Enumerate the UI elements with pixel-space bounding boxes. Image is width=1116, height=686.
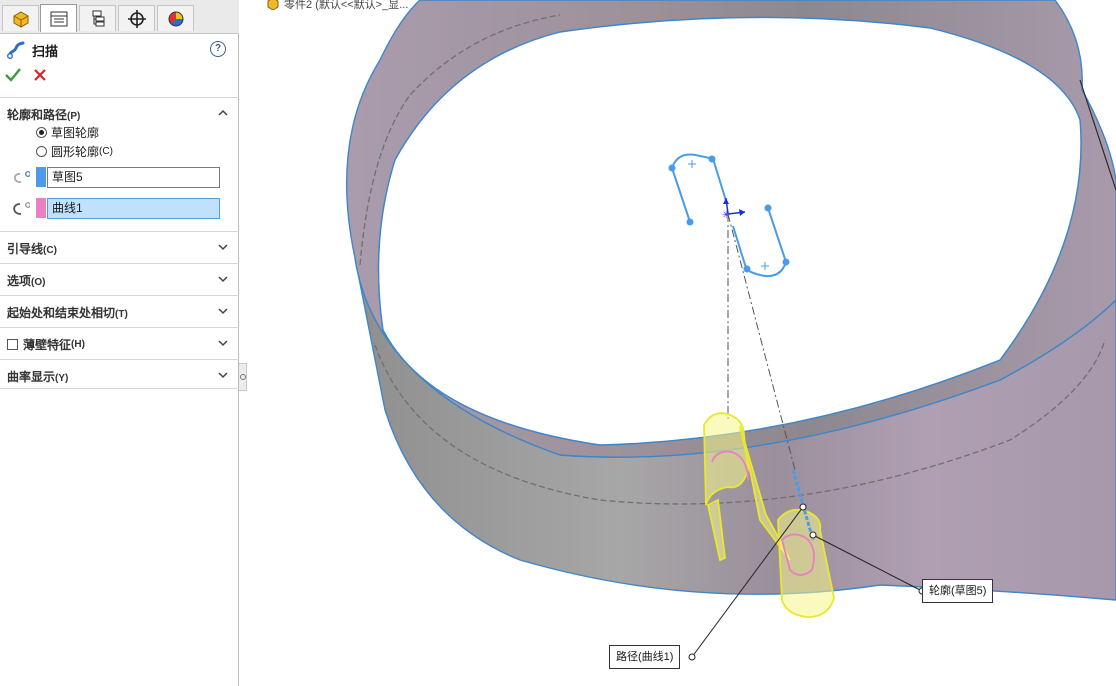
display-manager-icon — [168, 11, 183, 26]
chevron-down-icon[interactable] — [218, 274, 228, 284]
property-manager-icon — [50, 11, 67, 26]
path-color-swatch — [36, 198, 46, 218]
section-options-label: 选项 — [7, 274, 32, 288]
section-curvature-display-label: 曲率显示 — [7, 370, 56, 384]
path-selection-box[interactable]: 曲线1 — [47, 198, 220, 219]
configuration-manager-tab[interactable] — [79, 5, 116, 31]
section-guide-curves-shortcut: (C) — [43, 245, 57, 256]
cancel-x-icon[interactable] — [31, 66, 49, 84]
section-thin-feature-shortcut: (H) — [71, 339, 85, 350]
ok-checkmark-icon[interactable] — [4, 66, 22, 84]
section-tangency[interactable]: 起始处和结束处相切(T) — [0, 295, 239, 325]
thin-feature-checkbox[interactable] — [7, 339, 18, 350]
property-manager-tab[interactable] — [40, 4, 77, 32]
profile-selector-icon — [13, 171, 30, 183]
section-options[interactable]: 选项(O) — [0, 263, 239, 293]
dimxpert-icon — [127, 9, 146, 28]
section-thin-feature-label: 薄壁特征 — [23, 338, 72, 352]
help-icon[interactable]: ? — [210, 41, 226, 57]
section-tangency-label: 起始处和结束处相切 — [7, 306, 116, 320]
profile-color-swatch — [36, 167, 46, 187]
manager-tabs — [0, 0, 239, 34]
feature-title: 扫描 — [32, 43, 59, 59]
path-selector-icon — [13, 202, 30, 215]
feature-manager-tab[interactable] — [2, 5, 39, 31]
path-callout[interactable]: 路径(曲线1) — [609, 645, 681, 669]
option-circular-profile-label: 圆形轮廓 — [51, 144, 100, 159]
chevron-down-icon[interactable] — [218, 242, 228, 252]
chevron-down-icon[interactable] — [218, 370, 228, 380]
section-options-shortcut: (O) — [31, 277, 46, 288]
section-curvature-display-shortcut: (Y) — [55, 373, 69, 384]
section-guide-curves[interactable]: 引导线(C) — [0, 231, 239, 261]
section-thin-feature[interactable]: 薄壁特征 (H) — [0, 327, 239, 357]
chevron-down-icon[interactable] — [218, 338, 228, 348]
section-profile-path-shortcut: (P) — [67, 111, 81, 122]
part-icon — [267, 0, 279, 10]
dimxpert-manager-tab[interactable] — [118, 5, 155, 31]
section-profile-path[interactable]: 轮廓和路径(P) — [0, 97, 239, 127]
graphics-viewport[interactable]: ✳ 零件2 (默认<<默认>_显... 轮廓(草图5) 路径(曲线1) — [240, 0, 1116, 686]
chevron-up-icon[interactable] — [218, 108, 228, 118]
option-sketch-profile[interactable]: 草图轮廓 — [36, 124, 99, 140]
display-manager-tab[interactable] — [157, 5, 194, 31]
radio-circular-profile[interactable] — [36, 145, 47, 157]
section-profile-path-label: 轮廓和路径 — [7, 108, 68, 122]
part-breadcrumb[interactable]: 零件2 (默认<<默认>_显... — [266, 0, 408, 12]
section-guide-curves-label: 引导线 — [7, 242, 44, 256]
configuration-manager-icon — [92, 10, 104, 26]
radio-sketch-profile[interactable] — [36, 126, 47, 138]
property-manager-panel: 扫描 ? 轮廓和路径(P) 草图轮廓 圆形轮廓 (C) 草图5 曲线1 引导线(C… — [0, 0, 239, 686]
section-tangency-shortcut: (T) — [115, 309, 128, 320]
option-circular-profile[interactable]: 圆形轮廓 (C) — [36, 143, 113, 159]
feature-title-row: 扫描 — [6, 40, 58, 60]
chevron-down-icon[interactable] — [218, 306, 228, 316]
profile-selection-box[interactable]: 草图5 — [47, 167, 220, 188]
profile-callout[interactable]: 轮廓(草图5) — [922, 579, 994, 603]
part-breadcrumb-label: 零件2 (默认<<默认>_显... — [284, 0, 409, 11]
feature-manager-icon — [13, 10, 28, 28]
sweep-icon — [7, 41, 25, 59]
option-sketch-profile-label: 草图轮廓 — [51, 125, 100, 140]
section-curvature-display[interactable]: 曲率显示(Y) — [0, 359, 239, 389]
option-circular-profile-shortcut: (C) — [99, 145, 113, 157]
